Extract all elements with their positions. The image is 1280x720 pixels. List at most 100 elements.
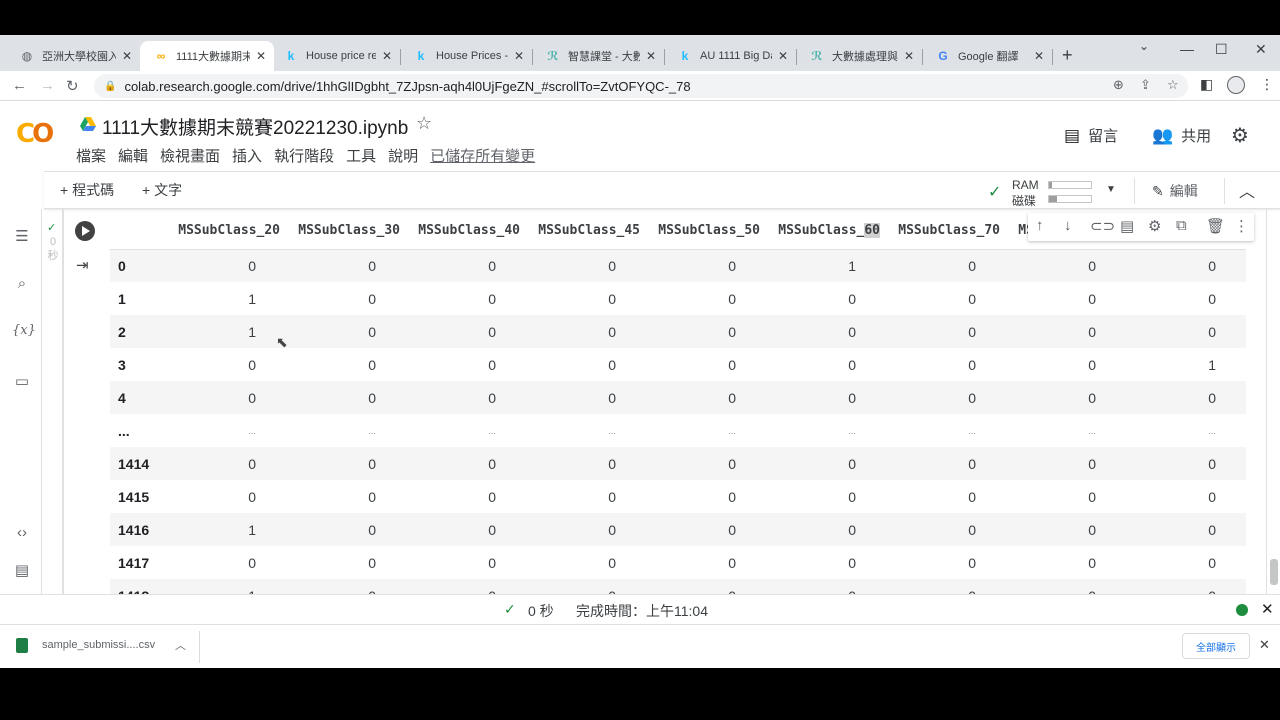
table-of-contents-icon[interactable]: ☰ (12, 227, 32, 245)
move-cell-up-icon[interactable]: ↑ (1036, 217, 1044, 234)
table-row: 0 0 0 0 0 0 1 0 0 0 (110, 249, 1246, 282)
tab-google-translate[interactable]: G Google 翻譯 ✕ (922, 41, 1052, 71)
reload-button[interactable]: ↻ (66, 77, 79, 95)
table-row: 1415 0 0 0 0 0 0 0 0 0 (110, 480, 1246, 513)
move-cell-down-icon[interactable]: ↓ (1064, 217, 1072, 234)
table-cell: 0 (248, 488, 256, 505)
add-code-cell-button[interactable]: + 程式碼 (60, 180, 114, 200)
share-button[interactable]: 👥 共用 (1152, 125, 1211, 146)
close-tab-icon[interactable]: ✕ (646, 49, 656, 63)
dropdown-caret-icon[interactable]: ▼ (1106, 184, 1116, 195)
new-tab-button[interactable]: + (1062, 45, 1073, 66)
menu-edit[interactable]: 編輯 (118, 145, 148, 166)
tab-big-data-processing[interactable]: ℛ 大數據處理與分析 ✕ (796, 41, 922, 71)
output-actions-icon[interactable]: ⇥ (76, 256, 89, 274)
close-tab-icon[interactable]: ✕ (514, 49, 524, 63)
table-cell: 0 (968, 554, 976, 571)
close-tab-icon[interactable]: ✕ (256, 49, 266, 63)
cell-toolbar: ↑ ↓ ⊂⊃ ▤ ⚙ ⧉ 🗑 ⋮ (1028, 213, 1254, 241)
row-index: 4 (118, 389, 126, 406)
browser-menu-icon[interactable]: ⋮ (1260, 76, 1274, 93)
mirror-cell-icon[interactable]: ⧉ (1176, 217, 1187, 234)
table-cell: ... (848, 425, 856, 436)
close-tab-icon[interactable]: ✕ (122, 49, 132, 63)
close-download-shelf-icon[interactable]: ✕ (1259, 637, 1270, 653)
close-tab-icon[interactable]: ✕ (1034, 49, 1044, 63)
table-cell: 0 (1088, 554, 1096, 571)
link-icon[interactable]: ⊂⊃ (1090, 217, 1115, 235)
cell-settings-gear-icon[interactable]: ⚙ (1148, 217, 1161, 235)
maximize-button[interactable]: ☐ (1215, 41, 1228, 58)
exec-time: 0 秒 (47, 236, 59, 262)
tab-smart-classroom[interactable]: ℛ 智慧課堂 - 大數據 ✕ (532, 41, 664, 71)
table-cell: ... (1088, 425, 1096, 436)
close-tab-icon[interactable]: ✕ (904, 49, 914, 63)
resources-indicator[interactable]: ✓ RAM 磁碟 ▼ (988, 176, 1118, 208)
minimize-button[interactable]: — (1180, 41, 1194, 57)
close-status-icon[interactable]: ✕ (1261, 600, 1274, 618)
comment-icon[interactable]: ▤ (1120, 217, 1134, 235)
save-status-link[interactable]: 已儲存所有變更 (430, 145, 535, 166)
close-tab-icon[interactable]: ✕ (778, 49, 788, 63)
more-options-icon[interactable]: ⋮ (1234, 217, 1249, 235)
menu-tools[interactable]: 工具 (346, 145, 376, 166)
download-item[interactable]: sample_submissi....csv (42, 639, 155, 651)
dataframe-output: MSSubClass_20 MSSubClass_30 MSSubClass_40 M… (110, 213, 1264, 629)
tab-search-icon[interactable]: ⌄ (1139, 39, 1149, 53)
variables-icon[interactable]: {x} (12, 323, 36, 338)
menu-runtime[interactable]: 執行階段 (274, 145, 334, 166)
table-cell: 0 (368, 521, 376, 538)
colab-icon: ∞ (156, 49, 166, 63)
add-text-cell-button[interactable]: + 文字 (142, 180, 182, 200)
edit-mode-button[interactable]: ✎ 編輯 (1152, 181, 1198, 201)
column-header: MSSubClass_70 (886, 213, 1006, 250)
menu-insert[interactable]: 插入 (232, 145, 262, 166)
table-cell: 0 (1088, 521, 1096, 538)
vertical-scrollbar[interactable] (1266, 209, 1280, 629)
profile-avatar[interactable] (1227, 76, 1245, 94)
tab-colab[interactable]: ∞ 1111大數據期末 ✕ (140, 41, 274, 71)
colab-logo[interactable]: CO (16, 119, 54, 149)
tab-au-big-data[interactable]: k AU 1111 Big Da ✕ (664, 41, 796, 71)
table-cell: 0 (248, 356, 256, 373)
close-window-button[interactable]: ✕ (1255, 41, 1267, 58)
forward-button[interactable]: → (40, 77, 55, 94)
row-index: 1414 (118, 455, 150, 472)
tab-house-prices[interactable]: k House Prices - A ✕ (400, 41, 532, 71)
table-cell: 0 (1208, 389, 1216, 406)
bookmark-star-icon[interactable]: ☆ (1167, 77, 1179, 93)
menu-view[interactable]: 檢視畫面 (160, 145, 220, 166)
code-snippets-icon[interactable]: ‹› (12, 524, 32, 541)
side-panel-icon[interactable]: ◧ (1200, 76, 1213, 93)
show-all-downloads-button[interactable]: 全部顯示 (1182, 633, 1250, 659)
collapse-header-icon[interactable]: ︿ (1239, 178, 1255, 202)
table-row: 1417 0 0 0 0 0 0 0 0 0 (110, 546, 1246, 579)
files-folder-icon[interactable]: ▭ (12, 372, 32, 390)
star-icon[interactable]: ☆ (416, 113, 432, 134)
table-cell: 0 (1208, 257, 1216, 274)
download-options-caret-icon[interactable]: ︿ (175, 637, 186, 653)
notebook-title[interactable]: 1111大數據期末競賽20221230.ipynb (102, 113, 408, 140)
comment-button[interactable]: ▤ 留言 (1064, 125, 1118, 146)
tab-house-price-reg[interactable]: k House price reg ✕ (270, 41, 400, 71)
back-button[interactable]: ← (12, 77, 27, 94)
table-cell: 0 (368, 488, 376, 505)
menu-file[interactable]: 檔案 (76, 145, 106, 166)
address-bar[interactable]: 🔒 colab.research.google.com/drive/1hhGlI… (94, 74, 1188, 98)
table-row: 4 0 0 0 0 0 0 0 0 0 (110, 381, 1246, 414)
close-tab-icon[interactable]: ✕ (382, 49, 392, 63)
search-icon[interactable]: ⌕ (12, 275, 32, 292)
menu-help[interactable]: 說明 (388, 145, 418, 166)
share-icon[interactable]: ⇪ (1140, 77, 1151, 93)
url-text: colab.research.google.com/drive/1hhGlIDg… (124, 78, 691, 94)
runtime-connected-dot[interactable] (1236, 604, 1248, 616)
run-cell-button[interactable] (75, 221, 95, 241)
table-cell: 0 (848, 323, 856, 340)
command-palette-icon[interactable]: ▤ (12, 561, 32, 579)
tab-asia-university[interactable]: ◍ 亞洲大學校園入口 ✕ (6, 41, 140, 71)
zoom-icon[interactable]: ⊕ (1113, 77, 1124, 93)
settings-gear-icon[interactable]: ⚙ (1231, 123, 1249, 148)
table-cell: 0 (848, 290, 856, 307)
scrollbar-thumb[interactable] (1270, 559, 1278, 585)
delete-trash-icon[interactable]: 🗑 (1206, 217, 1225, 235)
